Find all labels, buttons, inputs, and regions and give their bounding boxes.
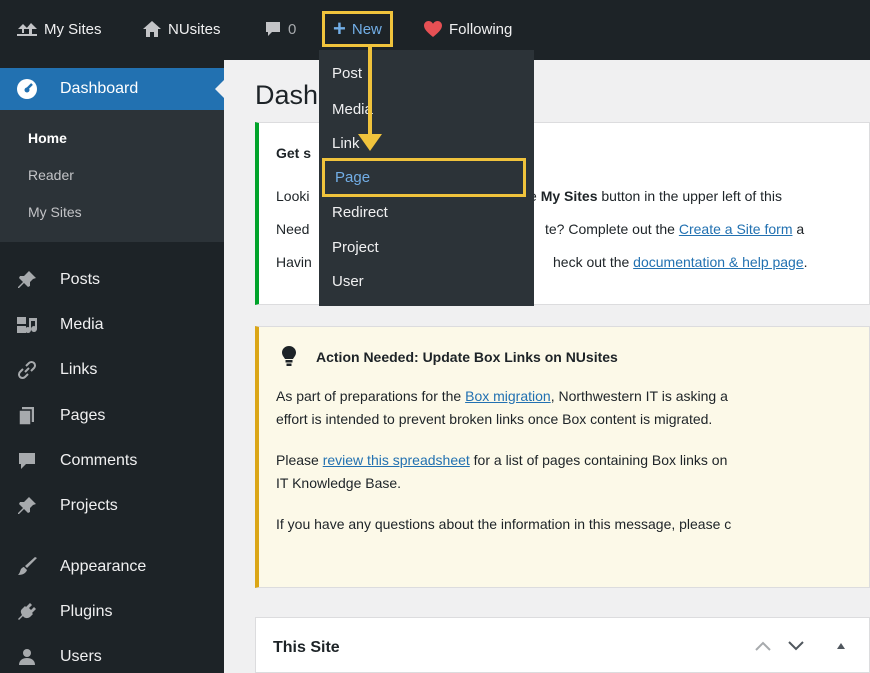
annotation-arrow-head [358, 134, 382, 151]
documentation-help-link[interactable]: documentation & help page [633, 254, 803, 270]
sidebar-label-plugins: Plugins [60, 603, 113, 620]
submenu-item-my-sites[interactable]: My Sites [28, 204, 82, 220]
sidebar-item-users[interactable]: Users [0, 637, 224, 673]
lightbulb-icon [282, 346, 296, 366]
welcome-line-2-mid: te? Complete out the [545, 221, 679, 237]
sidebar-item-links[interactable]: Links [0, 350, 224, 390]
sidebar-item-dashboard[interactable]: Dashboard [0, 68, 224, 110]
notice-p1-end: , Northwestern IT is asking a [550, 388, 728, 404]
new-menu-item-page[interactable]: Page [322, 158, 526, 197]
notice-p2-end: for a list of pages containing Box links… [469, 452, 728, 468]
sidebar-item-media[interactable]: Media [0, 305, 224, 345]
comments-menu[interactable]: 0 [264, 0, 296, 58]
home-icon [143, 21, 161, 37]
pin-icon [14, 496, 40, 516]
sidebar-item-comments[interactable]: Comments [0, 441, 224, 481]
sidebar-label-users: Users [60, 648, 102, 665]
welcome-line-2-start: Need [276, 221, 310, 237]
welcome-line-1: e My Sites button in the upper left of t… [529, 188, 782, 204]
new-menu-item-redirect[interactable]: Redirect [332, 204, 388, 221]
box-links-notice: Action Needed: Update Box Links on NUsit… [255, 326, 870, 588]
new-menu-item-media[interactable]: Media [332, 101, 373, 118]
create-site-form-link[interactable]: Create a Site form [679, 221, 793, 237]
my-sites-menu[interactable]: My Sites [16, 0, 102, 58]
site-name-menu[interactable]: NUsites [142, 0, 221, 58]
box-migration-link[interactable]: Box migration [465, 388, 551, 404]
welcome-line-2-end: a [792, 221, 805, 237]
notice-paragraph-1: As part of preparations for the Box migr… [276, 388, 728, 404]
sidebar-label-pages: Pages [60, 407, 106, 424]
submenu-item-reader[interactable]: Reader [28, 167, 74, 183]
comment-icon [14, 451, 40, 471]
my-sites-label: My Sites [44, 20, 102, 38]
page-title: Dash [255, 80, 319, 110]
sidebar-label-media: Media [60, 316, 104, 333]
plugin-icon [14, 602, 40, 622]
welcome-line-3-start: Havin [276, 254, 312, 270]
plus-icon: + [333, 16, 346, 41]
sidebar-item-plugins[interactable]: Plugins [0, 592, 224, 632]
review-spreadsheet-link[interactable]: review this spreadsheet [323, 452, 470, 468]
notice-paragraph-1-line-2: effort is intended to prevent broken lin… [276, 411, 713, 427]
my-sites-icon [17, 23, 37, 36]
sidebar-item-projects[interactable]: Projects [0, 486, 224, 526]
new-menu-item-project[interactable]: Project [332, 239, 379, 256]
new-content-button[interactable]: + New [322, 11, 393, 47]
new-menu-item-page-label: Page [335, 169, 371, 186]
sidebar-item-appearance[interactable]: Appearance [0, 547, 224, 587]
brush-icon [14, 557, 40, 577]
welcome-line-3-mid: heck out the [553, 254, 634, 270]
chevron-down-icon[interactable] [787, 640, 805, 652]
new-menu-item-post[interactable]: Post [332, 65, 362, 82]
chevron-up-icon[interactable] [754, 640, 772, 652]
notice-paragraph-3: If you have any questions about the info… [276, 516, 732, 532]
welcome-line-2: te? Complete out the Create a Site form … [545, 221, 804, 237]
sidebar-label-posts: Posts [60, 271, 101, 288]
following-label: Following [449, 20, 513, 38]
welcome-line-3-end: . [803, 254, 808, 270]
this-site-title: This Site [273, 639, 340, 656]
welcome-heading: Get s [276, 145, 312, 161]
new-menu-item-link[interactable]: Link [332, 135, 360, 152]
media-icon [14, 315, 40, 335]
sidebar-item-posts[interactable]: Posts [0, 260, 224, 300]
sidebar-label-comments: Comments [60, 452, 138, 469]
sidebar-label-appearance: Appearance [60, 558, 147, 575]
dashboard-submenu: Home Reader My Sites [0, 110, 224, 242]
comment-bubble-icon [266, 22, 280, 36]
admin-sidebar: Dashboard Home Reader My Sites Posts Med… [0, 60, 224, 673]
collapse-triangle-icon[interactable] [836, 642, 846, 650]
welcome-line-1-start: Looki [276, 188, 310, 204]
notice-paragraph-2: Please review this spreadsheet for a lis… [276, 452, 727, 468]
notice-p2-start: Please [276, 452, 323, 468]
sidebar-label-links: Links [60, 361, 98, 378]
comments-count: 0 [288, 20, 297, 38]
welcome-line-1-end: button in the upper left of this [597, 188, 782, 204]
heart-icon [424, 21, 442, 37]
notice-title: Action Needed: Update Box Links on NUsit… [316, 349, 618, 365]
link-icon [14, 360, 40, 380]
my-sites-text: My Sites [540, 188, 598, 204]
sidebar-item-pages[interactable]: Pages [0, 396, 224, 436]
notice-paragraph-2-line-2: IT Knowledge Base. [276, 475, 402, 491]
site-name-label: NUsites [168, 20, 221, 38]
submenu-item-home[interactable]: Home [28, 130, 67, 146]
new-label: New [351, 20, 382, 38]
this-site-widget: This Site [255, 617, 870, 673]
user-icon [14, 647, 40, 667]
pages-icon [14, 406, 40, 426]
annotation-arrow-line [368, 47, 372, 137]
new-menu-item-user[interactable]: User [332, 273, 364, 290]
dashboard-gauge-icon [14, 78, 40, 100]
welcome-line-3: heck out the documentation & help page. [553, 254, 808, 270]
pin-icon [14, 270, 40, 290]
sidebar-label-projects: Projects [60, 497, 118, 514]
notice-p1-start: As part of preparations for the [276, 388, 466, 404]
dashboard-label: Dashboard [60, 80, 139, 97]
